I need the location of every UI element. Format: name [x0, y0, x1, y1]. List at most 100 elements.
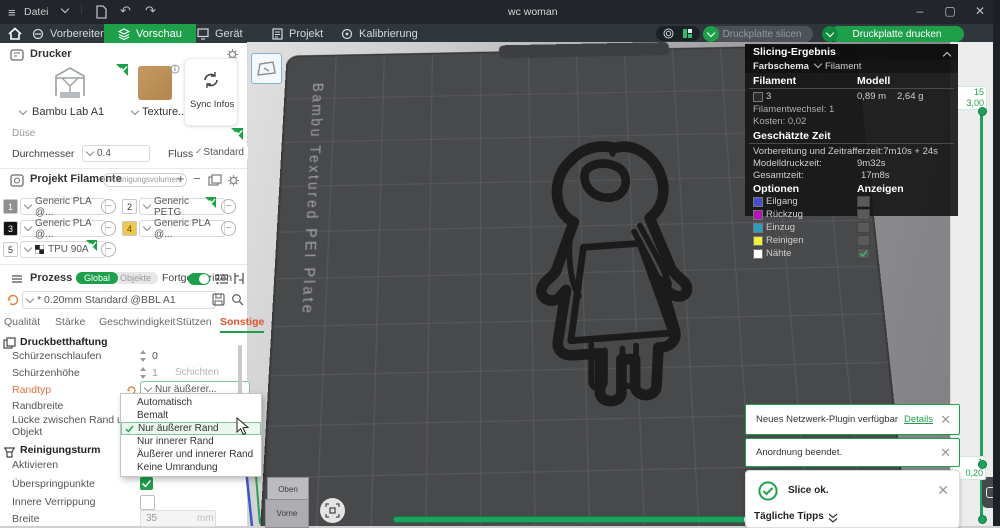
ueberspringpunkte-checkbox[interactable]	[140, 477, 153, 490]
titlebar: ≡ Datei | ↶ ↷ wc woman – ▢ ✕	[0, 0, 1000, 24]
slice-dropdown-button[interactable]	[703, 26, 719, 42]
close-button[interactable]: ✕	[972, 4, 988, 18]
new-project-icon[interactable]	[95, 5, 108, 19]
tab-vorschau[interactable]: Vorschau	[104, 24, 196, 43]
menu-item-automatisch[interactable]: Automatisch	[121, 396, 261, 409]
plate-info-icon[interactable]	[170, 64, 180, 74]
printer-name[interactable]: Bambu Lab A1	[32, 106, 104, 118]
slice-plate-button[interactable]: Druckplatte slicen	[711, 26, 813, 42]
slice-ok-close-icon[interactable]: ✕	[937, 483, 949, 497]
cleaning-volume-button[interactable]: Reinigungsvolumen	[103, 173, 188, 187]
flow-select[interactable]: Standard	[194, 145, 248, 160]
print-plate-button[interactable]: Druckplatte drucken	[830, 26, 964, 42]
notification-arrange-close-icon[interactable]: ✕	[940, 446, 951, 459]
filament-5-remove-button[interactable]: −	[101, 242, 116, 257]
print-dropdown-button[interactable]	[822, 26, 838, 42]
home-icon[interactable]	[8, 27, 22, 40]
eilgang-checkbox[interactable]	[857, 196, 870, 207]
menu-item-keine-umrandung[interactable]: Keine Umrandung	[121, 461, 261, 474]
filament-3-select[interactable]: Generic PLA @...	[20, 218, 106, 240]
breite-input[interactable]: 35 mm	[140, 510, 216, 527]
remove-filament-button[interactable]: −	[193, 171, 201, 186]
nozzle-modified-badge-icon	[231, 128, 243, 140]
filament-export-icon[interactable]	[208, 174, 222, 186]
view-gizmo-icon[interactable]	[320, 498, 345, 523]
advanced-toggle[interactable]	[188, 273, 210, 285]
plate-grid-icon[interactable]	[682, 28, 693, 39]
window-title: wc woman	[508, 6, 558, 18]
compare-parameters-icon[interactable]	[233, 272, 245, 285]
search-preset-icon[interactable]	[231, 293, 244, 306]
printer-card[interactable]: Bambu Lab A1	[12, 64, 128, 124]
filament-2-remove-button[interactable]: −	[221, 199, 236, 214]
filament-settings-gear-icon[interactable]	[227, 174, 240, 187]
file-menu[interactable]: Datei	[24, 6, 49, 18]
hamburger-menu-icon[interactable]: ≡	[8, 5, 16, 20]
process-global-toggle[interactable]: Global	[76, 272, 119, 284]
menu-item-aeusserer-und-innerer[interactable]: Äußerer und innerer Rand	[121, 448, 261, 461]
main-tabbar: Vorbereiten Vorschau Gerät Projekt Kalib…	[0, 24, 1000, 43]
ptab-sonstige[interactable]: Sonstige	[220, 316, 265, 333]
tab-kalibrierung[interactable]: Kalibrierung	[341, 24, 418, 43]
collapse-panel-icon[interactable]	[942, 51, 952, 61]
plate-1-thumbnail[interactable]	[251, 53, 282, 84]
notification-network-close-icon[interactable]: ✕	[940, 413, 951, 426]
schuerzenhoehe-spinner[interactable]	[140, 367, 147, 379]
parameter-list-icon[interactable]	[216, 273, 229, 285]
naehte-checkbox[interactable]	[857, 248, 870, 259]
model-wc-woman[interactable]	[527, 137, 712, 412]
move-slider-track[interactable]	[393, 516, 750, 523]
daily-tips-label[interactable]: Tägliche Tipps	[754, 511, 824, 522]
tab-vorbereiten[interactable]: Vorbereiten	[32, 24, 106, 43]
plate-icon	[257, 61, 276, 76]
filament-4-remove-button[interactable]: −	[221, 221, 236, 236]
row-ueberspringpunkte-label: Überspringpunkte	[12, 478, 95, 490]
file-menu-chevron-icon[interactable]	[60, 4, 70, 14]
navcube-top-face[interactable]: Oben	[267, 477, 309, 501]
mouse-cursor	[236, 417, 250, 436]
preset-reset-icon[interactable]	[6, 293, 19, 306]
tab-projekt[interactable]: Projekt	[272, 24, 323, 43]
reinigen-checkbox[interactable]	[857, 235, 870, 246]
model-time-label: Modelldruckzeit:	[753, 158, 822, 169]
add-filament-button[interactable]: +	[177, 171, 185, 186]
filament-1-select[interactable]: Generic PLA @...	[20, 196, 106, 218]
diameter-select[interactable]: 0.4	[82, 145, 150, 162]
process-objects-toggle[interactable]: Objekte	[113, 272, 159, 284]
ptab-qualitaet[interactable]: Qualität	[4, 316, 40, 328]
save-preset-icon[interactable]	[212, 293, 225, 306]
ptab-staerke[interactable]: Stärke	[55, 316, 85, 328]
ptab-stuetzen[interactable]: Stützen	[176, 316, 212, 328]
plate-type-card[interactable]: Texture...	[130, 64, 187, 124]
sync-infos-button[interactable]: Sync Infos	[184, 58, 238, 126]
schuerzenschlaufen-spinner[interactable]	[140, 350, 147, 362]
options-header: Optionen	[753, 183, 800, 195]
innere-verrippung-checkbox[interactable]	[140, 495, 155, 510]
details-link[interactable]: Details	[904, 414, 933, 425]
tab-geraet[interactable]: Gerät	[197, 24, 243, 43]
minimize-button[interactable]: –	[912, 4, 928, 18]
rueckzug-checkbox[interactable]	[857, 209, 870, 220]
navcube-front-face[interactable]: Vorne	[265, 499, 309, 528]
plate-type-name[interactable]: Texture...	[142, 106, 187, 118]
tips-expand-chevrons-icon[interactable]	[828, 513, 838, 524]
filament-3-remove-button[interactable]: −	[101, 221, 116, 236]
schuerzenhoehe-value[interactable]: 1	[152, 367, 158, 379]
schuerzenschlaufen-value[interactable]: 0	[152, 350, 158, 362]
process-preset-select[interactable]: * 0.20mm Standard @BBL A1	[22, 291, 216, 309]
ptab-geschwindigkeit[interactable]: Geschwindigkeit	[99, 316, 175, 328]
redo-icon[interactable]: ↷	[145, 3, 156, 19]
layer-slider-bottom-handle[interactable]	[978, 460, 987, 469]
einzug-checkbox[interactable]	[857, 222, 870, 233]
maximize-button[interactable]: ▢	[942, 4, 958, 18]
filament-1-remove-button[interactable]: −	[101, 199, 116, 214]
undo-icon[interactable]: ↶	[120, 3, 131, 19]
cost: Kosten: 0,02	[753, 116, 807, 127]
filament-4-select[interactable]: Generic PLA @...	[139, 218, 225, 240]
window-right-edge	[993, 0, 1000, 526]
layer-slider-top-handle[interactable]	[978, 107, 987, 116]
diameter-label: Durchmesser	[12, 148, 75, 160]
farbschema-value[interactable]: Filament	[825, 61, 861, 72]
process-section-icon	[12, 275, 22, 283]
spiral-icon[interactable]	[663, 28, 674, 39]
